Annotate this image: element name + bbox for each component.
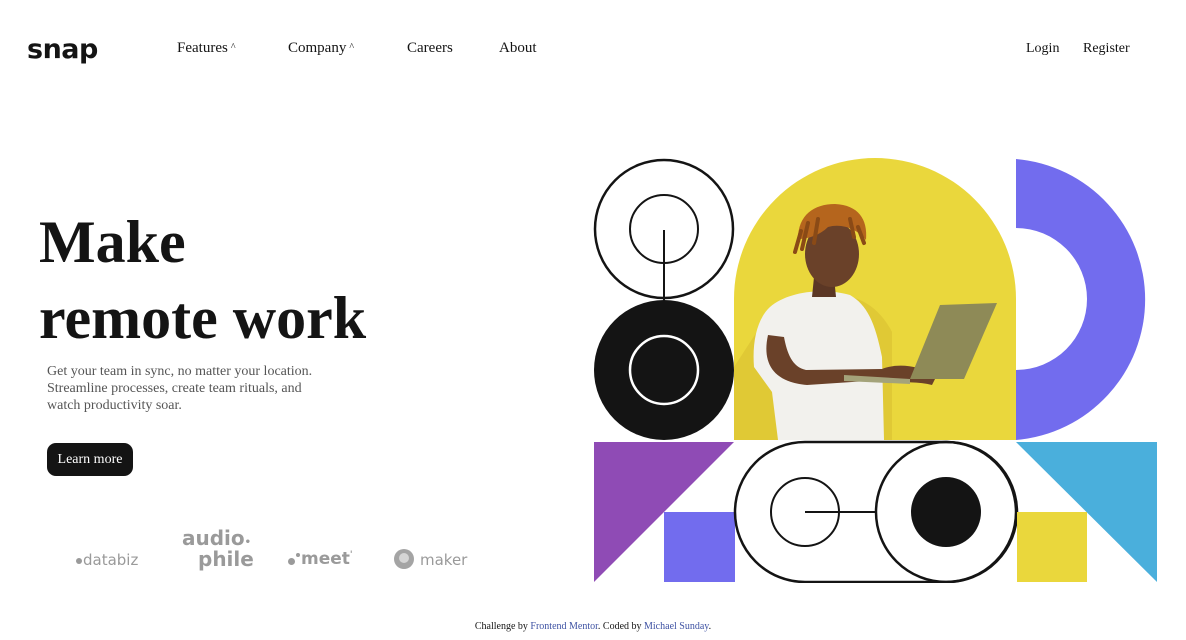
hero-description: Get your team in sync, no matter your lo… <box>47 363 347 414</box>
client-logo-maker: maker <box>394 545 467 569</box>
hero-description-line-2: Streamline processes, create team ritual… <box>47 381 302 396</box>
nav-features[interactable]: Features ^ <box>177 40 236 57</box>
meet-apostrophe: ' <box>349 550 353 560</box>
snap-logo[interactable]: snap <box>27 34 98 65</box>
client-logo-meet: meet' <box>288 549 353 569</box>
frontend-mentor-link[interactable]: Frontend Mentor <box>530 621 598 632</box>
learn-more-button[interactable]: Learn more <box>47 443 133 476</box>
nav-company[interactable]: Company ^ <box>288 40 354 57</box>
maker-label: maker <box>420 551 468 569</box>
maker-circle-icon <box>394 549 414 569</box>
attribution-footer: Challenge by Frontend Mentor. Coded by M… <box>0 621 1186 632</box>
hero-title: Make remote work <box>39 204 459 356</box>
register-link[interactable]: Register <box>1083 41 1130 57</box>
footer-suffix: . <box>708 621 712 632</box>
hero-description-line-3: watch productivity soar. <box>47 398 182 413</box>
footer-prefix: Challenge by <box>474 621 531 632</box>
nav-features-label: Features <box>177 40 228 56</box>
nav-company-label: Company <box>288 40 347 56</box>
indigo-half-ring <box>1016 159 1146 440</box>
meet-dots-icon <box>288 553 301 565</box>
hero-illustration <box>593 158 1157 583</box>
databiz-label: databiz <box>83 551 139 569</box>
footer-middle: . Coded by <box>597 621 645 632</box>
indigo-square <box>664 512 735 582</box>
author-link[interactable]: Michael Sunday <box>644 621 709 632</box>
client-logo-audiophile: audio• phile <box>182 528 254 569</box>
chevron-up-icon: ^ <box>349 42 355 53</box>
hero-title-line-1: Make <box>39 209 186 275</box>
yellow-square <box>1017 512 1087 582</box>
login-link[interactable]: Login <box>1026 41 1059 57</box>
hero-description-line-1: Get your team in sync, no matter your lo… <box>47 364 313 379</box>
meet-label: meet <box>301 549 350 569</box>
nav-careers[interactable]: Careers <box>407 40 453 57</box>
client-logo-databiz: databiz <box>76 551 138 569</box>
databiz-dot-icon <box>76 558 82 564</box>
chevron-up-icon: ^ <box>230 42 236 53</box>
nav-about[interactable]: About <box>499 40 537 57</box>
black-circle <box>594 300 734 440</box>
pill-black-dot <box>911 477 981 547</box>
hero-title-line-2: remote work <box>39 285 367 351</box>
audiophile-line-2: phile <box>198 547 254 571</box>
